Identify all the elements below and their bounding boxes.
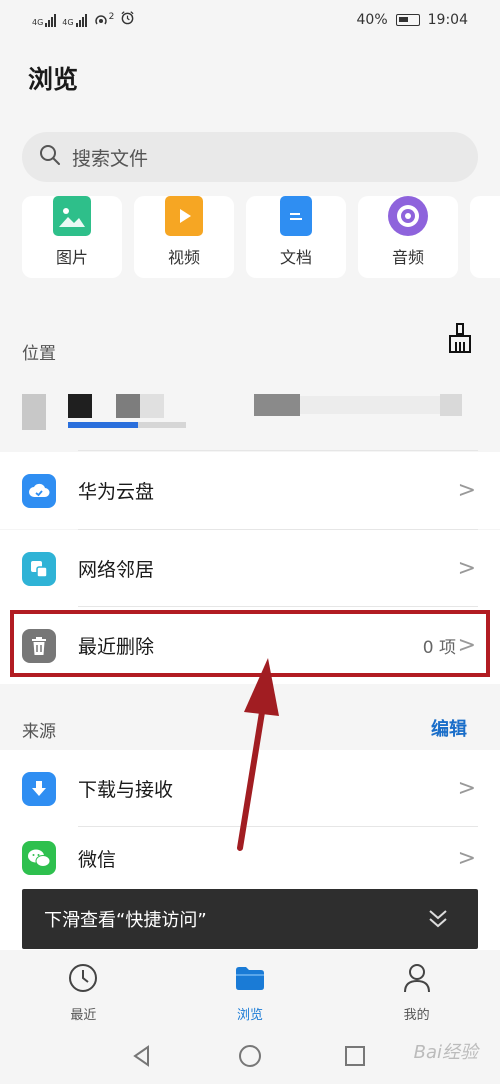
annotation-arrow bbox=[237, 658, 279, 851]
